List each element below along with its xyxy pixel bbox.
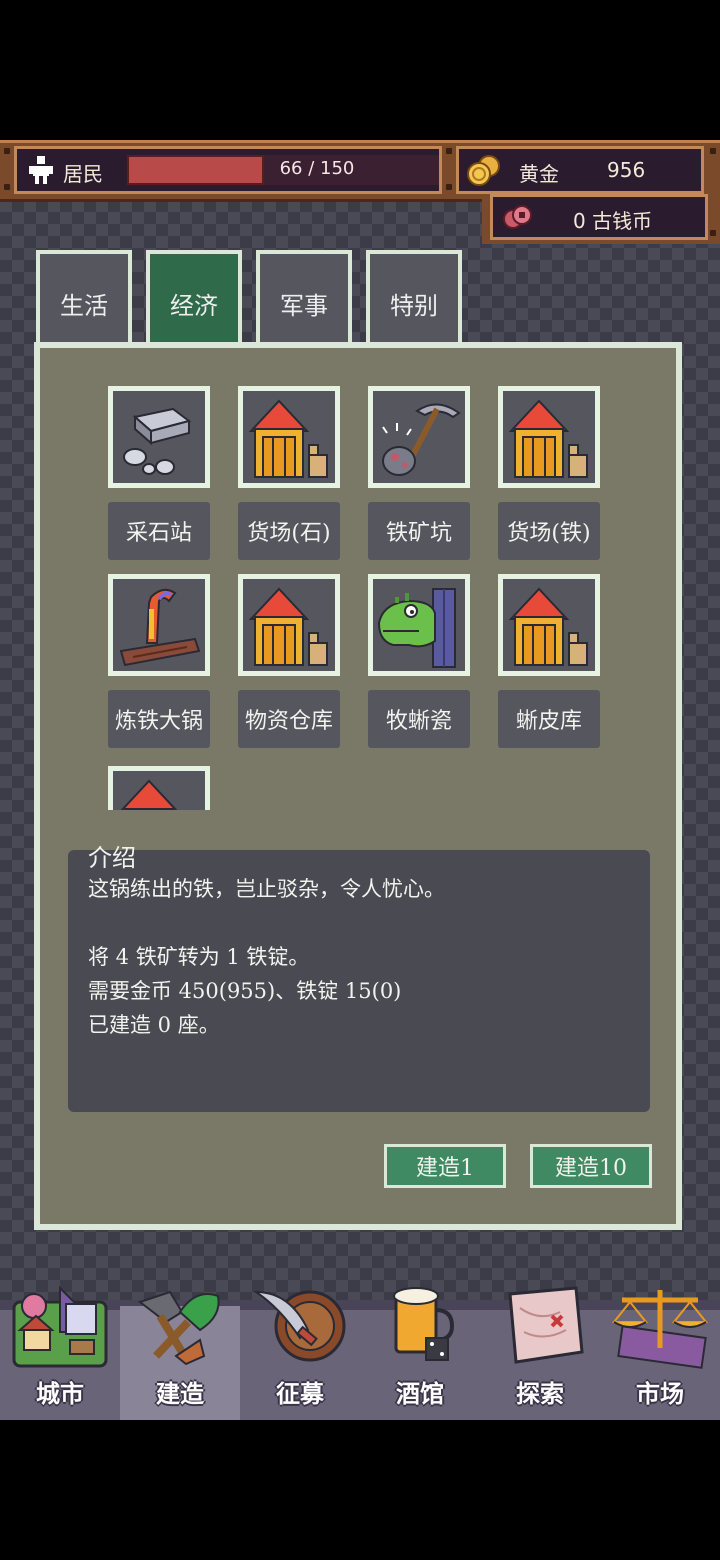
gold-panel: 黄金 956 xyxy=(456,146,704,194)
map-icon xyxy=(508,1286,584,1364)
warehouse-icon xyxy=(120,779,178,810)
nav-label: 建造 xyxy=(156,1380,204,1408)
nav-city[interactable]: 城市 xyxy=(0,1282,120,1420)
rivet xyxy=(710,230,716,236)
building-grid: 采石站 货场(石) 铁矿坑 货场(铁) 炼铁大锅 物资仓库 牧蜥瓷 蜥皮库 xyxy=(40,348,676,810)
description-title: 介绍 xyxy=(88,844,136,872)
building-lizard-hide-store[interactable]: 蜥皮库 xyxy=(498,574,602,748)
scales-icon xyxy=(611,1290,709,1369)
building-icon-frame xyxy=(498,574,600,676)
ancient-coin-icon xyxy=(503,205,532,229)
tab-label: 经济 xyxy=(170,292,218,320)
description-box: 这锅练出的铁，岂止驳杂，令人忧心。 将 4 铁矿转为 1 铁锭。 需要金币 45… xyxy=(68,850,650,1112)
rivet xyxy=(446,148,452,154)
building-partial[interactable] xyxy=(108,766,212,810)
pickaxe-ore-icon xyxy=(382,403,461,476)
nav-label: 酒馆 xyxy=(396,1380,444,1408)
nav-label: 城市 xyxy=(36,1380,84,1408)
ancient-coin-value: 0 古钱币 xyxy=(573,209,653,233)
building-label: 蜥皮库 xyxy=(498,690,600,748)
tab-label: 特别 xyxy=(390,292,438,320)
tab-military[interactable]: 军事 xyxy=(256,250,352,346)
description-flavor: 这锅练出的铁，岂止驳杂，令人忧心。 xyxy=(88,877,445,901)
building-icon-frame xyxy=(238,386,340,488)
building-label: 采石站 xyxy=(108,502,210,560)
ancient-coin-panel: 0 古钱币 xyxy=(490,194,708,240)
building-label: 物资仓库 xyxy=(238,690,340,748)
warehouse-icon xyxy=(508,587,588,666)
gold-label: 黄金 xyxy=(519,162,559,186)
nav-label: 市场 xyxy=(636,1380,684,1408)
building-icon-frame xyxy=(108,386,210,488)
warehouse-icon xyxy=(248,399,328,478)
nav-recruit[interactable]: 征募 xyxy=(240,1282,360,1420)
nav-tavern[interactable]: 酒馆 xyxy=(360,1282,480,1420)
nav-label: 征募 xyxy=(276,1380,324,1408)
tab-label: 生活 xyxy=(60,292,108,320)
building-label: 货场(石) xyxy=(238,502,340,560)
gold-coins-icon xyxy=(467,155,500,186)
resident-panel: 居民 66 / 150 xyxy=(14,146,442,194)
resident-label: 居民 xyxy=(63,162,103,186)
build-1-button[interactable]: 建造1 xyxy=(384,1144,506,1188)
building-label: 铁矿坑 xyxy=(368,502,470,560)
nav-explore[interactable]: 探索 xyxy=(480,1282,600,1420)
resident-count: 66 / 150 xyxy=(279,158,355,179)
warehouse-icon xyxy=(508,399,588,478)
beer-icon xyxy=(393,1287,455,1361)
warehouse-icon xyxy=(248,587,328,666)
person-icon xyxy=(29,156,53,184)
description-effect: 将 4 铁矿转为 1 铁锭。 xyxy=(88,945,310,969)
tab-label: 军事 xyxy=(280,292,328,320)
building-iron-mine[interactable]: 铁矿坑 xyxy=(368,386,472,560)
building-supply-depot[interactable]: 物资仓库 xyxy=(238,574,342,748)
building-icon-frame xyxy=(108,574,210,676)
building-icon-frame xyxy=(108,766,210,810)
building-label: 货场(铁) xyxy=(498,502,600,560)
rivet xyxy=(710,148,716,154)
rivet xyxy=(4,184,10,190)
city-icon xyxy=(12,1285,108,1368)
rivet xyxy=(446,184,452,190)
lizard-icon xyxy=(377,588,456,668)
building-icon-frame xyxy=(498,386,600,488)
nav-build[interactable]: 建造 xyxy=(120,1282,240,1420)
game-screen: 居民 66 / 150 黄金 956 0 古钱币 生活 经济 军事 特别 采石站… xyxy=(0,140,720,1420)
building-lizard-ranch[interactable]: 牧蜥瓷 xyxy=(368,574,472,748)
building-smelter[interactable]: 炼铁大锅 xyxy=(108,574,212,748)
sword-shield-icon xyxy=(252,1290,346,1362)
description-cost: 需要金币 450(955)、铁锭 15(0) xyxy=(88,979,402,1003)
tab-special[interactable]: 特别 xyxy=(366,250,462,346)
smelter-icon xyxy=(119,588,201,667)
shovel-icon xyxy=(137,1290,220,1366)
building-stone-yard[interactable]: 货场(石) xyxy=(238,386,342,560)
nav-market[interactable]: 市场 xyxy=(600,1282,720,1420)
rivet xyxy=(4,148,10,154)
gold-value: 956 xyxy=(607,158,646,182)
building-icon-frame xyxy=(368,386,470,488)
tab-economy[interactable]: 经济 xyxy=(146,250,242,354)
description-built-count: 已建造 0 座。 xyxy=(88,1013,220,1037)
building-label: 炼铁大锅 xyxy=(108,690,210,748)
building-icon-frame xyxy=(368,574,470,676)
building-iron-yard[interactable]: 货场(铁) xyxy=(498,386,602,560)
tab-life[interactable]: 生活 xyxy=(36,250,132,346)
building-quarry[interactable]: 采石站 xyxy=(108,386,212,560)
nav-label: 探索 xyxy=(516,1380,564,1408)
build-10-button[interactable]: 建造10 xyxy=(530,1144,652,1188)
building-panel: 采石站 货场(石) 铁矿坑 货场(铁) 炼铁大锅 物资仓库 牧蜥瓷 蜥皮库 这锅… xyxy=(34,342,682,1230)
building-icon-frame xyxy=(238,574,340,676)
stone-pile-icon xyxy=(123,407,192,475)
building-label: 牧蜥瓷 xyxy=(368,690,470,748)
